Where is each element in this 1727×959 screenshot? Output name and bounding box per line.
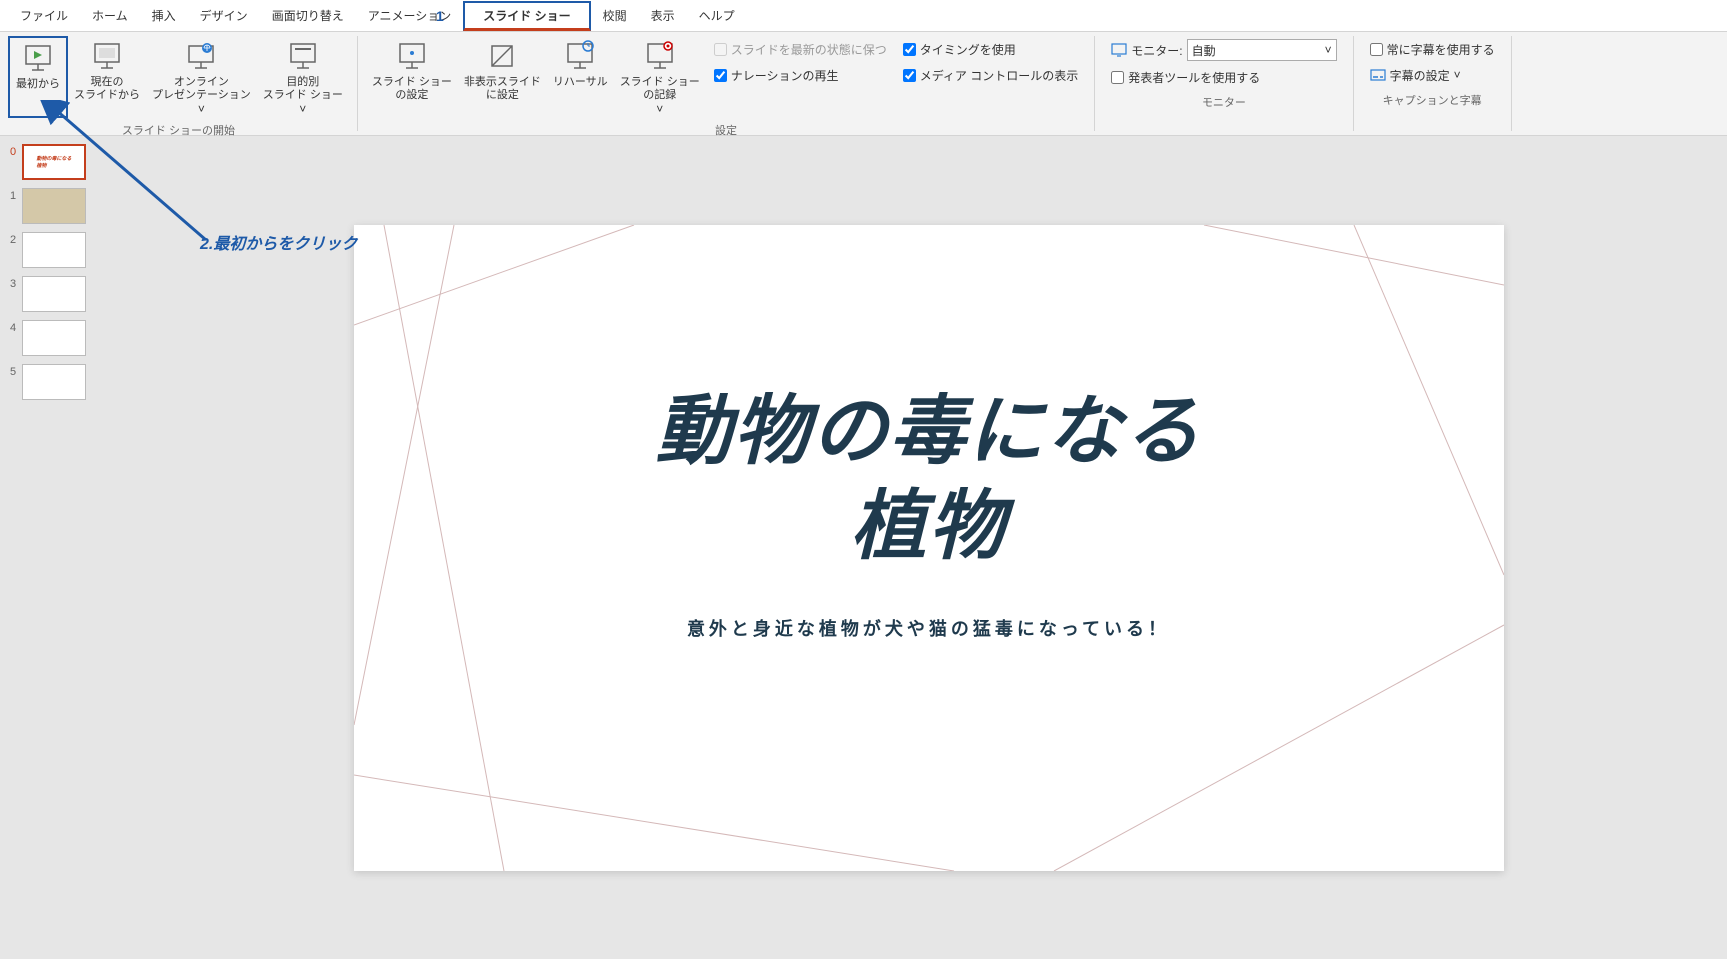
monitor-select-row: モニター: 自動˅ bbox=[1111, 38, 1336, 62]
record-label: スライド ショーの記録 bbox=[620, 76, 700, 102]
monitors-group-label: モニター bbox=[1103, 90, 1344, 110]
show-media-controls-checkbox[interactable]: メディア コントロールの表示 bbox=[903, 64, 1079, 86]
online-presentation-icon bbox=[183, 38, 219, 74]
rehearse-button[interactable]: リハーサル bbox=[547, 36, 614, 118]
ribbon-group-captions: 常に字幕を使用する 字幕の設定 ˅ キャプションと字幕 bbox=[1354, 36, 1512, 131]
subtitle-settings-button[interactable]: 字幕の設定 ˅ bbox=[1370, 64, 1495, 86]
tab-file[interactable]: ファイル bbox=[8, 1, 80, 30]
annotation-number-1: 1 bbox=[436, 8, 444, 24]
custom-show-button[interactable]: 目的別スライド ショー ˅ bbox=[257, 36, 349, 118]
use-timings-checkbox[interactable]: タイミングを使用 bbox=[903, 38, 1079, 60]
tab-transitions[interactable]: 画面切り替え bbox=[260, 1, 356, 30]
setup-show-label: スライド ショーの設定 bbox=[372, 76, 452, 102]
tab-slideshow[interactable]: スライド ショー bbox=[463, 1, 590, 31]
subtitle-settings-icon bbox=[1370, 67, 1386, 83]
hide-slide-button[interactable]: 非表示スライドに設定 bbox=[458, 36, 547, 118]
ribbon: 最初から 現在のスライドから オンラインプレゼンテーション ˅ 目的別スライド … bbox=[0, 32, 1727, 136]
tab-animations[interactable]: アニメーション bbox=[356, 1, 464, 30]
from-beginning-label: 最初から bbox=[16, 78, 60, 91]
tab-view[interactable]: 表示 bbox=[639, 1, 687, 30]
record-slideshow-icon bbox=[642, 38, 678, 74]
slide-canvas-area: 動物の毒になる植物 意外と身近な植物が犬や猫の猛毒になっている！ bbox=[130, 136, 1727, 959]
tab-review[interactable]: 校閲 bbox=[591, 1, 639, 30]
hide-slide-icon bbox=[484, 38, 520, 74]
monitor-select[interactable]: 自動˅ bbox=[1187, 39, 1337, 61]
workspace: 0動物の毒になる植物 1 2 3 4 5 動物の毒になる植物 意外と身近な植物が… bbox=[0, 136, 1727, 959]
from-current-label: 現在のスライドから bbox=[74, 76, 140, 102]
custom-slideshow-icon bbox=[285, 38, 321, 74]
from-beginning-button[interactable]: 最初から bbox=[8, 36, 68, 118]
thumbnail-slide-5[interactable]: 5 bbox=[4, 364, 126, 400]
thumbnail-slide-3[interactable]: 3 bbox=[4, 276, 126, 312]
thumbnail-slide-2[interactable]: 2 bbox=[4, 232, 126, 268]
tab-insert[interactable]: 挿入 bbox=[140, 1, 188, 30]
start-group-label: スライド ショーの開始 bbox=[8, 118, 349, 138]
thumbnail-slide-4[interactable]: 4 bbox=[4, 320, 126, 356]
rehearse-label: リハーサル bbox=[553, 76, 608, 89]
chevron-down-icon: ˅ bbox=[1325, 43, 1332, 57]
ribbon-group-setup: スライド ショーの設定 非表示スライドに設定 リハーサル スライド ショーの記録… bbox=[358, 36, 1095, 131]
play-from-current-icon bbox=[89, 38, 125, 74]
play-from-start-icon bbox=[20, 40, 56, 76]
hide-slide-label: 非表示スライドに設定 bbox=[464, 76, 541, 102]
online-presentation-label: オンラインプレゼンテーション bbox=[152, 76, 251, 102]
slide-canvas[interactable]: 動物の毒になる植物 意外と身近な植物が犬や猫の猛毒になっている！ bbox=[354, 225, 1504, 871]
online-presentation-button[interactable]: オンラインプレゼンテーション ˅ bbox=[146, 36, 257, 118]
tab-help[interactable]: ヘルプ bbox=[687, 1, 747, 30]
keep-updated-checkbox[interactable]: スライドを最新の状態に保つ bbox=[714, 38, 887, 60]
from-current-button[interactable]: 現在のスライドから bbox=[68, 36, 146, 118]
captions-group-label: キャプションと字幕 bbox=[1362, 88, 1503, 108]
dropdown-chevron-icon: ˅ bbox=[299, 102, 306, 116]
setup-slideshow-button[interactable]: スライド ショーの設定 bbox=[366, 36, 458, 118]
tab-home[interactable]: ホーム bbox=[80, 1, 140, 30]
thumbnail-slide-1[interactable]: 1 bbox=[4, 188, 126, 224]
tab-design[interactable]: デザイン bbox=[188, 1, 260, 30]
play-narration-checkbox[interactable]: ナレーションの再生 bbox=[714, 64, 887, 86]
dropdown-chevron-icon: ˅ bbox=[1454, 68, 1461, 82]
presenter-view-checkbox[interactable]: 発表者ツールを使用する bbox=[1111, 66, 1336, 88]
always-subtitles-checkbox[interactable]: 常に字幕を使用する bbox=[1370, 38, 1495, 60]
monitor-label: モニター: bbox=[1131, 42, 1182, 59]
custom-show-label: 目的別スライド ショー bbox=[263, 76, 343, 102]
setup-group-label: 設定 bbox=[366, 118, 1086, 138]
dropdown-chevron-icon: ˅ bbox=[198, 102, 205, 116]
ribbon-group-monitors: モニター: 自動˅ 発表者ツールを使用する モニター bbox=[1095, 36, 1353, 131]
setup-slideshow-icon bbox=[394, 38, 430, 74]
dropdown-chevron-icon: ˅ bbox=[656, 102, 663, 116]
menu-bar: ファイル ホーム 挿入 デザイン 画面切り替え アニメーション 1 スライド シ… bbox=[0, 0, 1727, 32]
thumbnail-slide-0[interactable]: 0動物の毒になる植物 bbox=[4, 144, 126, 180]
annotation-label-2: 2.最初からをクリック bbox=[200, 230, 357, 254]
ribbon-group-start: 最初から 現在のスライドから オンラインプレゼンテーション ˅ 目的別スライド … bbox=[0, 36, 358, 131]
record-slideshow-button[interactable]: スライド ショーの記録 ˅ bbox=[614, 36, 706, 118]
slide-thumbnails-panel[interactable]: 0動物の毒になる植物 1 2 3 4 5 bbox=[0, 136, 130, 959]
rehearse-timings-icon bbox=[562, 38, 598, 74]
monitor-icon bbox=[1111, 42, 1127, 58]
